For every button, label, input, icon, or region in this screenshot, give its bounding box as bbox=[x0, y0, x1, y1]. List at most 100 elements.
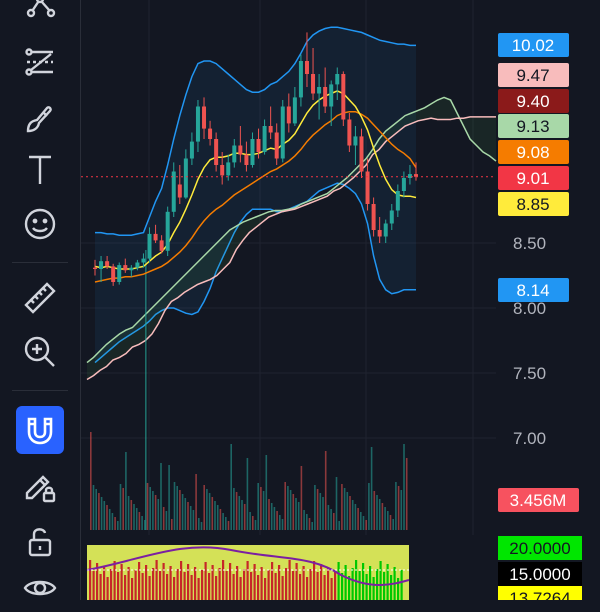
oscillator-bar bbox=[152, 568, 155, 600]
oscillator-bar bbox=[183, 572, 186, 600]
oscillator-bar bbox=[379, 561, 382, 600]
volume-bar bbox=[225, 517, 227, 530]
price-tag: 8.14 bbox=[498, 278, 569, 302]
candle-body bbox=[359, 136, 364, 172]
eye-icon[interactable] bbox=[16, 564, 64, 612]
volume-bar bbox=[92, 485, 95, 530]
volume-bar bbox=[222, 513, 224, 530]
volume-bar bbox=[192, 510, 195, 530]
oscillator-bar bbox=[365, 574, 368, 600]
oscillator-bar bbox=[176, 569, 179, 600]
volume-bar bbox=[241, 500, 243, 530]
volume-bar bbox=[206, 489, 208, 530]
oscillator-bar bbox=[372, 577, 375, 600]
candle-body bbox=[232, 145, 237, 163]
volume-bar bbox=[335, 477, 338, 530]
fib-retracement-icon[interactable] bbox=[16, 38, 64, 86]
volume-bar bbox=[254, 520, 257, 530]
oscillator-bar bbox=[369, 566, 372, 600]
oscillator-bar bbox=[187, 564, 190, 600]
pattern-tool-icon[interactable] bbox=[16, 0, 64, 34]
volume-bar bbox=[257, 483, 259, 530]
indicator-tag-label: 20.0000 bbox=[509, 539, 570, 558]
emoji-icon[interactable] bbox=[16, 200, 64, 248]
unlock-icon[interactable] bbox=[16, 518, 64, 566]
volume-bar bbox=[346, 492, 349, 530]
price-tag-label: 9.01 bbox=[516, 169, 549, 188]
candle-body bbox=[153, 233, 158, 241]
oscillator-bar bbox=[194, 567, 197, 600]
oscillator-bar bbox=[134, 570, 137, 600]
volume-tag: 3.456M bbox=[498, 488, 579, 512]
volume-bar bbox=[127, 496, 130, 530]
volume-bar bbox=[316, 489, 319, 530]
candle-body bbox=[141, 258, 146, 263]
volume-bar bbox=[106, 505, 108, 530]
volume-bar bbox=[295, 498, 297, 530]
candle-body bbox=[377, 230, 382, 237]
volume-bar bbox=[297, 502, 300, 530]
candle-body bbox=[226, 162, 231, 176]
ruler-icon[interactable] bbox=[16, 274, 64, 322]
volume-bar bbox=[373, 491, 376, 530]
volume-bar bbox=[384, 507, 386, 530]
oscillator-bar bbox=[351, 568, 354, 600]
brush-icon[interactable] bbox=[16, 94, 64, 142]
oscillator-bar bbox=[148, 576, 151, 600]
volume-bar bbox=[276, 511, 278, 530]
volume-bar bbox=[187, 502, 189, 530]
text-tool-icon[interactable] bbox=[16, 146, 64, 194]
volume-bar bbox=[181, 494, 184, 530]
volume-bar bbox=[273, 507, 276, 530]
drawing-toolbar bbox=[0, 0, 81, 600]
price-tag: 10.02 bbox=[498, 33, 569, 57]
volume-bar bbox=[303, 510, 305, 530]
oscillator-bar bbox=[267, 570, 270, 600]
volume-bar bbox=[230, 444, 232, 530]
oscillator-bar bbox=[110, 569, 113, 600]
indicator-tag-label: 15.0000 bbox=[509, 565, 570, 584]
candle-body bbox=[129, 267, 134, 271]
zoom-in-icon[interactable] bbox=[16, 328, 64, 376]
candle-body bbox=[329, 84, 334, 107]
lock-drawing-icon[interactable] bbox=[16, 462, 64, 510]
oscillator-bar bbox=[208, 573, 211, 600]
candle-body bbox=[195, 106, 200, 142]
volume-bar bbox=[362, 516, 365, 530]
candle-body bbox=[202, 106, 207, 129]
magnet-icon[interactable] bbox=[16, 406, 64, 454]
volume-bar bbox=[268, 499, 270, 530]
oscillator-bar bbox=[92, 571, 95, 600]
oscillator-bar bbox=[260, 567, 263, 600]
volume-bar bbox=[103, 501, 106, 530]
volume-bar bbox=[300, 466, 303, 530]
candle-body bbox=[256, 139, 261, 152]
volume-bar bbox=[219, 509, 222, 530]
oscillator-bar bbox=[124, 575, 127, 600]
oscillator-bar bbox=[145, 565, 148, 600]
oscillator-bar bbox=[257, 575, 260, 600]
candle-body bbox=[401, 178, 406, 191]
candle-body bbox=[135, 262, 140, 268]
oscillator-bar bbox=[299, 574, 302, 600]
volume-bar bbox=[179, 490, 181, 530]
price-axis-tick: 7.50 bbox=[513, 364, 546, 383]
oscillator-bar bbox=[292, 571, 295, 600]
oscillator-bar bbox=[232, 574, 235, 600]
price-tag: 9.08 bbox=[498, 140, 569, 164]
volume-bar bbox=[306, 514, 308, 530]
oscillator-bar bbox=[386, 564, 389, 600]
candle-body bbox=[171, 171, 176, 212]
oscillator-bar bbox=[316, 572, 319, 600]
volume-bar bbox=[117, 521, 119, 530]
oscillator-bar bbox=[306, 577, 309, 600]
volume-bar bbox=[387, 511, 389, 530]
oscillator-bar bbox=[362, 563, 365, 600]
oscillator-bar bbox=[337, 562, 340, 600]
oscillator-bar bbox=[400, 570, 403, 600]
oscillator-bar bbox=[327, 567, 330, 600]
volume-bar bbox=[330, 509, 332, 530]
price-tag-label: 9.40 bbox=[516, 92, 549, 111]
price-chart[interactable]: 8.508.007.507.00 10.029.479.409.139.089.… bbox=[81, 0, 600, 600]
oscillator-bar bbox=[390, 575, 393, 600]
